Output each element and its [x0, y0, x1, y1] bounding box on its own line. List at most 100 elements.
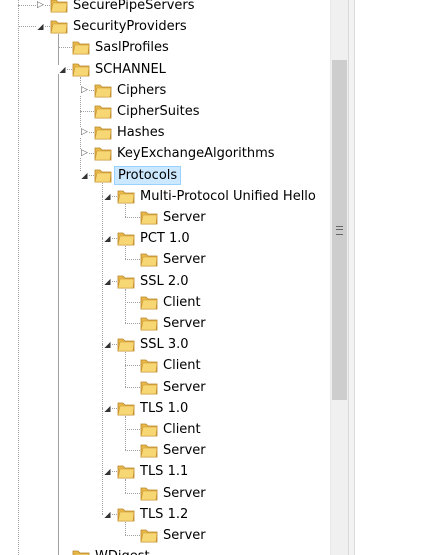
- tree-node-label[interactable]: CipherSuites: [114, 102, 203, 121]
- collapse-arrow-icon[interactable]: [103, 467, 112, 477]
- collapse-arrow-icon[interactable]: [103, 234, 112, 244]
- collapse-arrow-icon[interactable]: [103, 340, 112, 350]
- folder-icon: [72, 548, 90, 555]
- tree-node[interactable]: Hashes: [0, 122, 330, 143]
- tree-node-label[interactable]: Server: [160, 526, 209, 545]
- values-pane[interactable]: [355, 0, 434, 555]
- folder-icon: [50, 0, 68, 13]
- tree-node-label[interactable]: Server: [160, 378, 209, 397]
- pane-splitter[interactable]: [348, 0, 355, 555]
- tree-node[interactable]: SSL 2.0: [0, 271, 330, 292]
- tree-node[interactable]: Server: [0, 313, 330, 334]
- tree-node-label[interactable]: SSL 3.0: [137, 335, 192, 354]
- tree-node[interactable]: SaslProfiles: [0, 37, 330, 58]
- tree-node[interactable]: SecurityProviders: [0, 16, 330, 37]
- tree-node-label[interactable]: Server: [160, 250, 209, 269]
- collapse-arrow-icon[interactable]: [80, 170, 89, 180]
- tree-node-label[interactable]: Client: [160, 356, 204, 375]
- tree-node[interactable]: Server: [0, 249, 330, 270]
- folder-icon: [94, 145, 112, 161]
- collapse-arrow-icon[interactable]: [58, 64, 67, 74]
- tree-connector-line: [125, 535, 140, 536]
- tree-node-label[interactable]: KeyExchangeAlgorithms: [114, 144, 278, 163]
- tree-node-label[interactable]: PCT 1.0: [137, 229, 193, 248]
- tree-node-label[interactable]: SecurityProviders: [70, 17, 190, 36]
- tree-node[interactable]: PCT 1.0: [0, 228, 330, 249]
- tree-connector-line: [125, 217, 140, 218]
- tree-node-label[interactable]: SaslProfiles: [92, 38, 172, 57]
- tree-node[interactable]: Client: [0, 292, 330, 313]
- tree-node-label[interactable]: Ciphers: [114, 81, 169, 100]
- tree-node[interactable]: Server: [0, 483, 330, 504]
- tree-node-label[interactable]: TLS 1.0: [137, 399, 191, 418]
- scrollbar-grip-icon: [336, 226, 343, 235]
- tree-node-label[interactable]: Multi-Protocol Unified Hello: [137, 187, 319, 206]
- registry-key-tree[interactable]: SecurePipeServers SecurityProviders SaslPr…: [0, 0, 330, 555]
- tree-node[interactable]: SecurePipeServers: [0, 0, 330, 16]
- tree-node-label[interactable]: Server: [160, 208, 209, 227]
- folder-icon: [117, 188, 135, 204]
- tree-node-label[interactable]: SSL 2.0: [137, 272, 192, 291]
- folder-icon: [117, 400, 135, 416]
- collapse-arrow-icon[interactable]: [36, 22, 45, 32]
- folder-icon: [140, 442, 158, 458]
- tree-connector-line: [18, 5, 50, 6]
- expand-arrow-icon[interactable]: [36, 1, 45, 10]
- folder-icon: [50, 18, 68, 34]
- tree-node[interactable]: CipherSuites: [0, 101, 330, 122]
- tree-node-label[interactable]: TLS 1.2: [137, 505, 191, 524]
- folder-icon: [117, 463, 135, 479]
- collapse-arrow-icon[interactable]: [103, 509, 112, 519]
- tree-node[interactable]: Multi-Protocol Unified Hello: [0, 186, 330, 207]
- tree-connector-line: [18, 26, 50, 28]
- tree-node-label[interactable]: Server: [160, 484, 209, 503]
- tree-connector-line: [125, 450, 140, 452]
- folder-icon: [94, 82, 112, 98]
- tree-node-label[interactable]: Client: [160, 293, 204, 312]
- tree-node[interactable]: TLS 1.0: [0, 398, 330, 419]
- expand-arrow-icon[interactable]: [80, 149, 89, 159]
- tree-node[interactable]: SSL 3.0: [0, 334, 330, 355]
- collapse-arrow-icon[interactable]: [103, 276, 112, 286]
- expand-arrow-icon[interactable]: [80, 85, 89, 95]
- tree-node-label[interactable]: Protocols: [114, 165, 182, 185]
- collapse-arrow-icon[interactable]: [103, 191, 112, 201]
- tree-node[interactable]: KeyExchangeAlgorithms: [0, 143, 330, 164]
- tree-node[interactable]: Server: [0, 440, 330, 461]
- tree-node[interactable]: WDigest: [0, 546, 330, 555]
- tree-node[interactable]: Ciphers: [0, 80, 330, 101]
- tree-node-label[interactable]: Server: [160, 441, 209, 460]
- tree-node[interactable]: Protocols: [0, 165, 330, 186]
- tree-node-label[interactable]: WDigest: [92, 547, 153, 555]
- tree-node-label[interactable]: Client: [160, 420, 204, 439]
- tree-node-label[interactable]: SecurePipeServers: [70, 0, 198, 15]
- folder-icon: [140, 209, 158, 225]
- folder-icon: [140, 527, 158, 543]
- tree-node-label[interactable]: SCHANNEL: [92, 60, 169, 79]
- scrollbar-thumb[interactable]: [332, 60, 347, 400]
- folder-icon: [117, 230, 135, 246]
- tree-node[interactable]: Server: [0, 525, 330, 546]
- tree-vertical-scrollbar[interactable]: [330, 0, 348, 555]
- tree-node[interactable]: Client: [0, 419, 330, 440]
- tree-node[interactable]: Client: [0, 355, 330, 376]
- tree-connector-line: [125, 429, 140, 430]
- tree-connector-line: [125, 301, 140, 303]
- tree-node[interactable]: SCHANNEL: [0, 59, 330, 80]
- folder-icon: [94, 124, 112, 140]
- tree-node[interactable]: Server: [0, 207, 330, 228]
- tree-connector-line: [125, 365, 140, 367]
- folder-icon: [72, 39, 90, 55]
- tree-node-label[interactable]: TLS 1.1: [137, 462, 191, 481]
- tree-node-label[interactable]: Server: [160, 314, 209, 333]
- folder-icon: [140, 315, 158, 331]
- tree-node[interactable]: Server: [0, 377, 330, 398]
- tree-node[interactable]: TLS 1.1: [0, 461, 330, 482]
- tree-node-label[interactable]: Hashes: [114, 123, 168, 142]
- folder-icon: [140, 251, 158, 267]
- tree-node[interactable]: TLS 1.2: [0, 504, 330, 525]
- expand-arrow-icon[interactable]: [80, 128, 89, 138]
- collapse-arrow-icon[interactable]: [103, 403, 112, 413]
- tree-connector-line: [125, 492, 140, 494]
- tree-connector-line: [125, 386, 140, 388]
